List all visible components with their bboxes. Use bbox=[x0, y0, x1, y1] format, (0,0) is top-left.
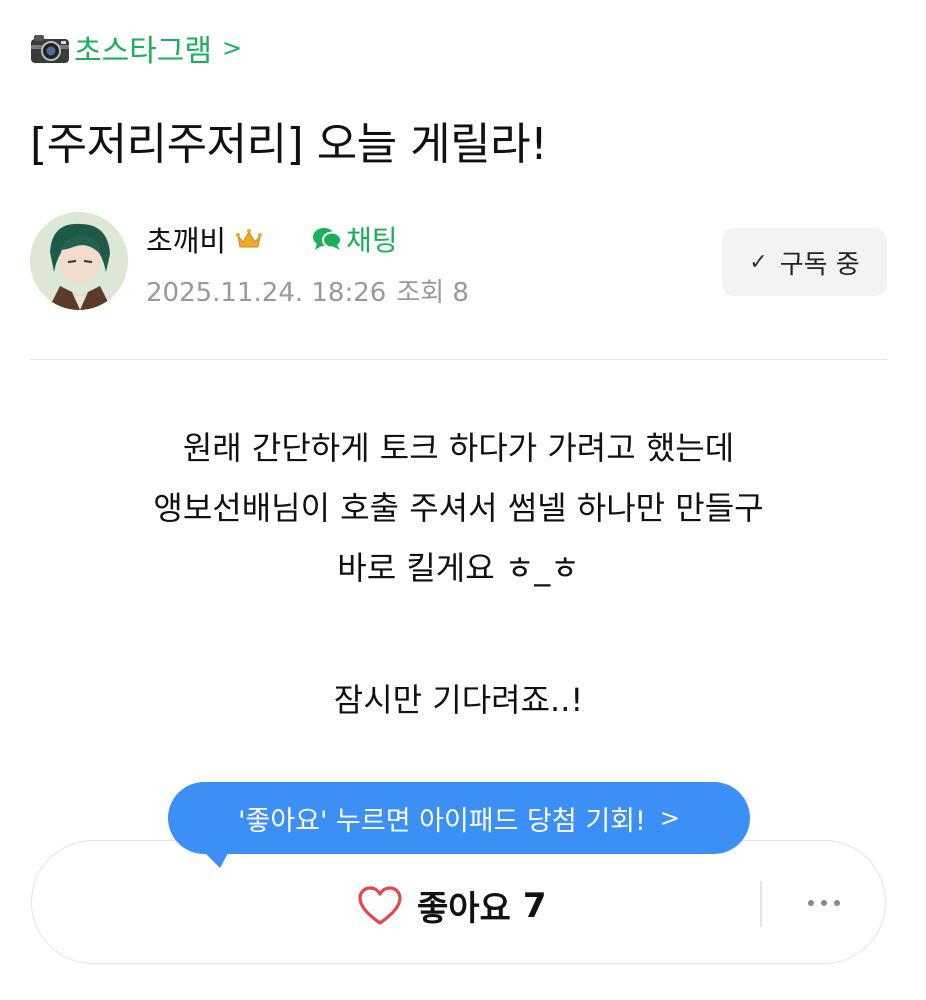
subscribe-label: 구독 중 bbox=[779, 249, 860, 280]
content-line: 잠시만 기다려죠..! bbox=[333, 681, 584, 719]
like-button[interactable]: 좋아요 7 bbox=[357, 881, 547, 930]
like-label: 좋아요 bbox=[417, 889, 511, 929]
heart-icon bbox=[358, 885, 402, 925]
separator bbox=[760, 881, 762, 927]
post-date: 2025.11.24. 18:26 bbox=[146, 278, 387, 308]
chevron-right-icon: > bbox=[659, 804, 680, 832]
view-count: 조회 8 bbox=[396, 278, 469, 308]
content-line: 앵보선배님이 호출 주셔서 썸넬 하나만 만들구 bbox=[153, 489, 764, 527]
promo-bubble[interactable]: '좋아요' 누르면 아이패드 당첨 기회! > bbox=[168, 782, 750, 854]
more-button[interactable] bbox=[804, 883, 844, 923]
post-content: 원래 간단하게 토크 하다가 가려고 했는데 앵보선배님이 호출 주셔서 썸넬 … bbox=[30, 418, 887, 730]
author-name-text: 초깨비 bbox=[146, 224, 227, 258]
chat-icon bbox=[313, 228, 342, 250]
like-count: 7 bbox=[522, 885, 547, 926]
board-link[interactable]: 초스타그램 > bbox=[30, 26, 242, 70]
author-name[interactable]: 초깨비 bbox=[146, 218, 263, 260]
avatar-image bbox=[30, 212, 128, 310]
more-icon bbox=[808, 900, 840, 906]
post-meta: 2025.11.24. 18:26 조회 8 bbox=[146, 272, 469, 309]
content-line: 바로 킬게요 ㅎ_ㅎ bbox=[337, 549, 580, 587]
camera-icon bbox=[31, 35, 69, 63]
divider bbox=[30, 359, 887, 360]
content-line: 원래 간단하게 토크 하다가 가려고 했는데 bbox=[182, 429, 735, 467]
avatar[interactable] bbox=[30, 212, 128, 310]
chat-link[interactable]: 채팅 bbox=[312, 219, 398, 259]
check-icon: ✓ bbox=[749, 249, 768, 275]
chevron-right-icon: > bbox=[222, 34, 243, 62]
crown-icon bbox=[236, 229, 263, 248]
board-name: 초스타그램 bbox=[74, 34, 212, 69]
chat-label: 채팅 bbox=[346, 224, 398, 257]
post-title: [주저리주저리] 오늘 게릴라! bbox=[30, 119, 548, 170]
subscribe-button[interactable]: ✓ 구독 중 bbox=[722, 228, 887, 296]
like-bar: 좋아요 7 bbox=[31, 840, 886, 964]
promo-text: '좋아요' 누르면 아이패드 당첨 기회! bbox=[238, 805, 646, 837]
